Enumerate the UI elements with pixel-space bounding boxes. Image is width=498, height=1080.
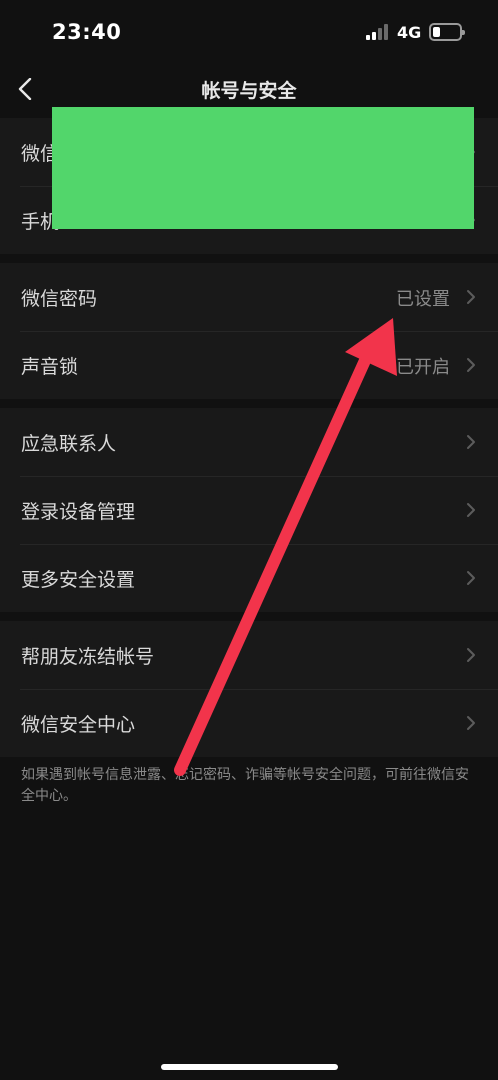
screen: 23:40 4G 帐号与安全 微信 手机 微信密码 已设置 声音锁 已开启 应急…	[0, 0, 498, 1080]
chevron-right-icon	[467, 435, 475, 449]
row-more-security[interactable]: 更多安全设置	[0, 544, 498, 612]
row-label: 微信安全中心	[21, 714, 136, 736]
redaction-overlay	[52, 107, 474, 229]
chevron-right-icon	[467, 503, 475, 517]
status-bar: 23:40 4G	[0, 0, 498, 66]
status-time: 23:40	[52, 20, 122, 44]
network-type: 4G	[397, 23, 422, 42]
row-security-center[interactable]: 微信安全中心	[0, 689, 498, 757]
row-label: 声音锁	[21, 356, 79, 378]
row-label: 登录设备管理	[21, 501, 136, 523]
row-label: 帮朋友冻结帐号	[21, 646, 155, 668]
row-value: 已设置	[396, 289, 450, 310]
security-group: 应急联系人 登录设备管理 更多安全设置	[0, 408, 498, 612]
chevron-right-icon	[467, 358, 475, 372]
row-label: 应急联系人	[21, 433, 117, 455]
row-emergency-contacts[interactable]: 应急联系人	[0, 408, 498, 476]
row-label: 更多安全设置	[21, 569, 136, 591]
row-login-devices[interactable]: 登录设备管理	[0, 476, 498, 544]
page-title: 帐号与安全	[201, 80, 297, 102]
battery-icon	[429, 23, 465, 41]
nav-bar: 帐号与安全	[0, 66, 498, 112]
home-indicator	[161, 1064, 338, 1070]
row-value: 已开启	[396, 357, 450, 378]
footnote-text: 如果遇到帐号信息泄露、忘记密码、诈骗等帐号安全问题，可前往微信安全中心。	[21, 767, 469, 804]
chevron-right-icon	[467, 290, 475, 304]
password-group: 微信密码 已设置 声音锁 已开启	[0, 263, 498, 399]
row-label: 微信密码	[21, 288, 98, 310]
row-freeze-friend-account[interactable]: 帮朋友冻结帐号	[0, 621, 498, 689]
chevron-right-icon	[467, 648, 475, 662]
help-group: 帮朋友冻结帐号 微信安全中心	[0, 621, 498, 757]
chevron-right-icon	[467, 571, 475, 585]
row-wechat-password[interactable]: 微信密码 已设置	[0, 263, 498, 331]
row-voice-lock[interactable]: 声音锁 已开启	[0, 331, 498, 399]
chevron-right-icon	[467, 716, 475, 730]
signal-icon	[366, 24, 390, 40]
